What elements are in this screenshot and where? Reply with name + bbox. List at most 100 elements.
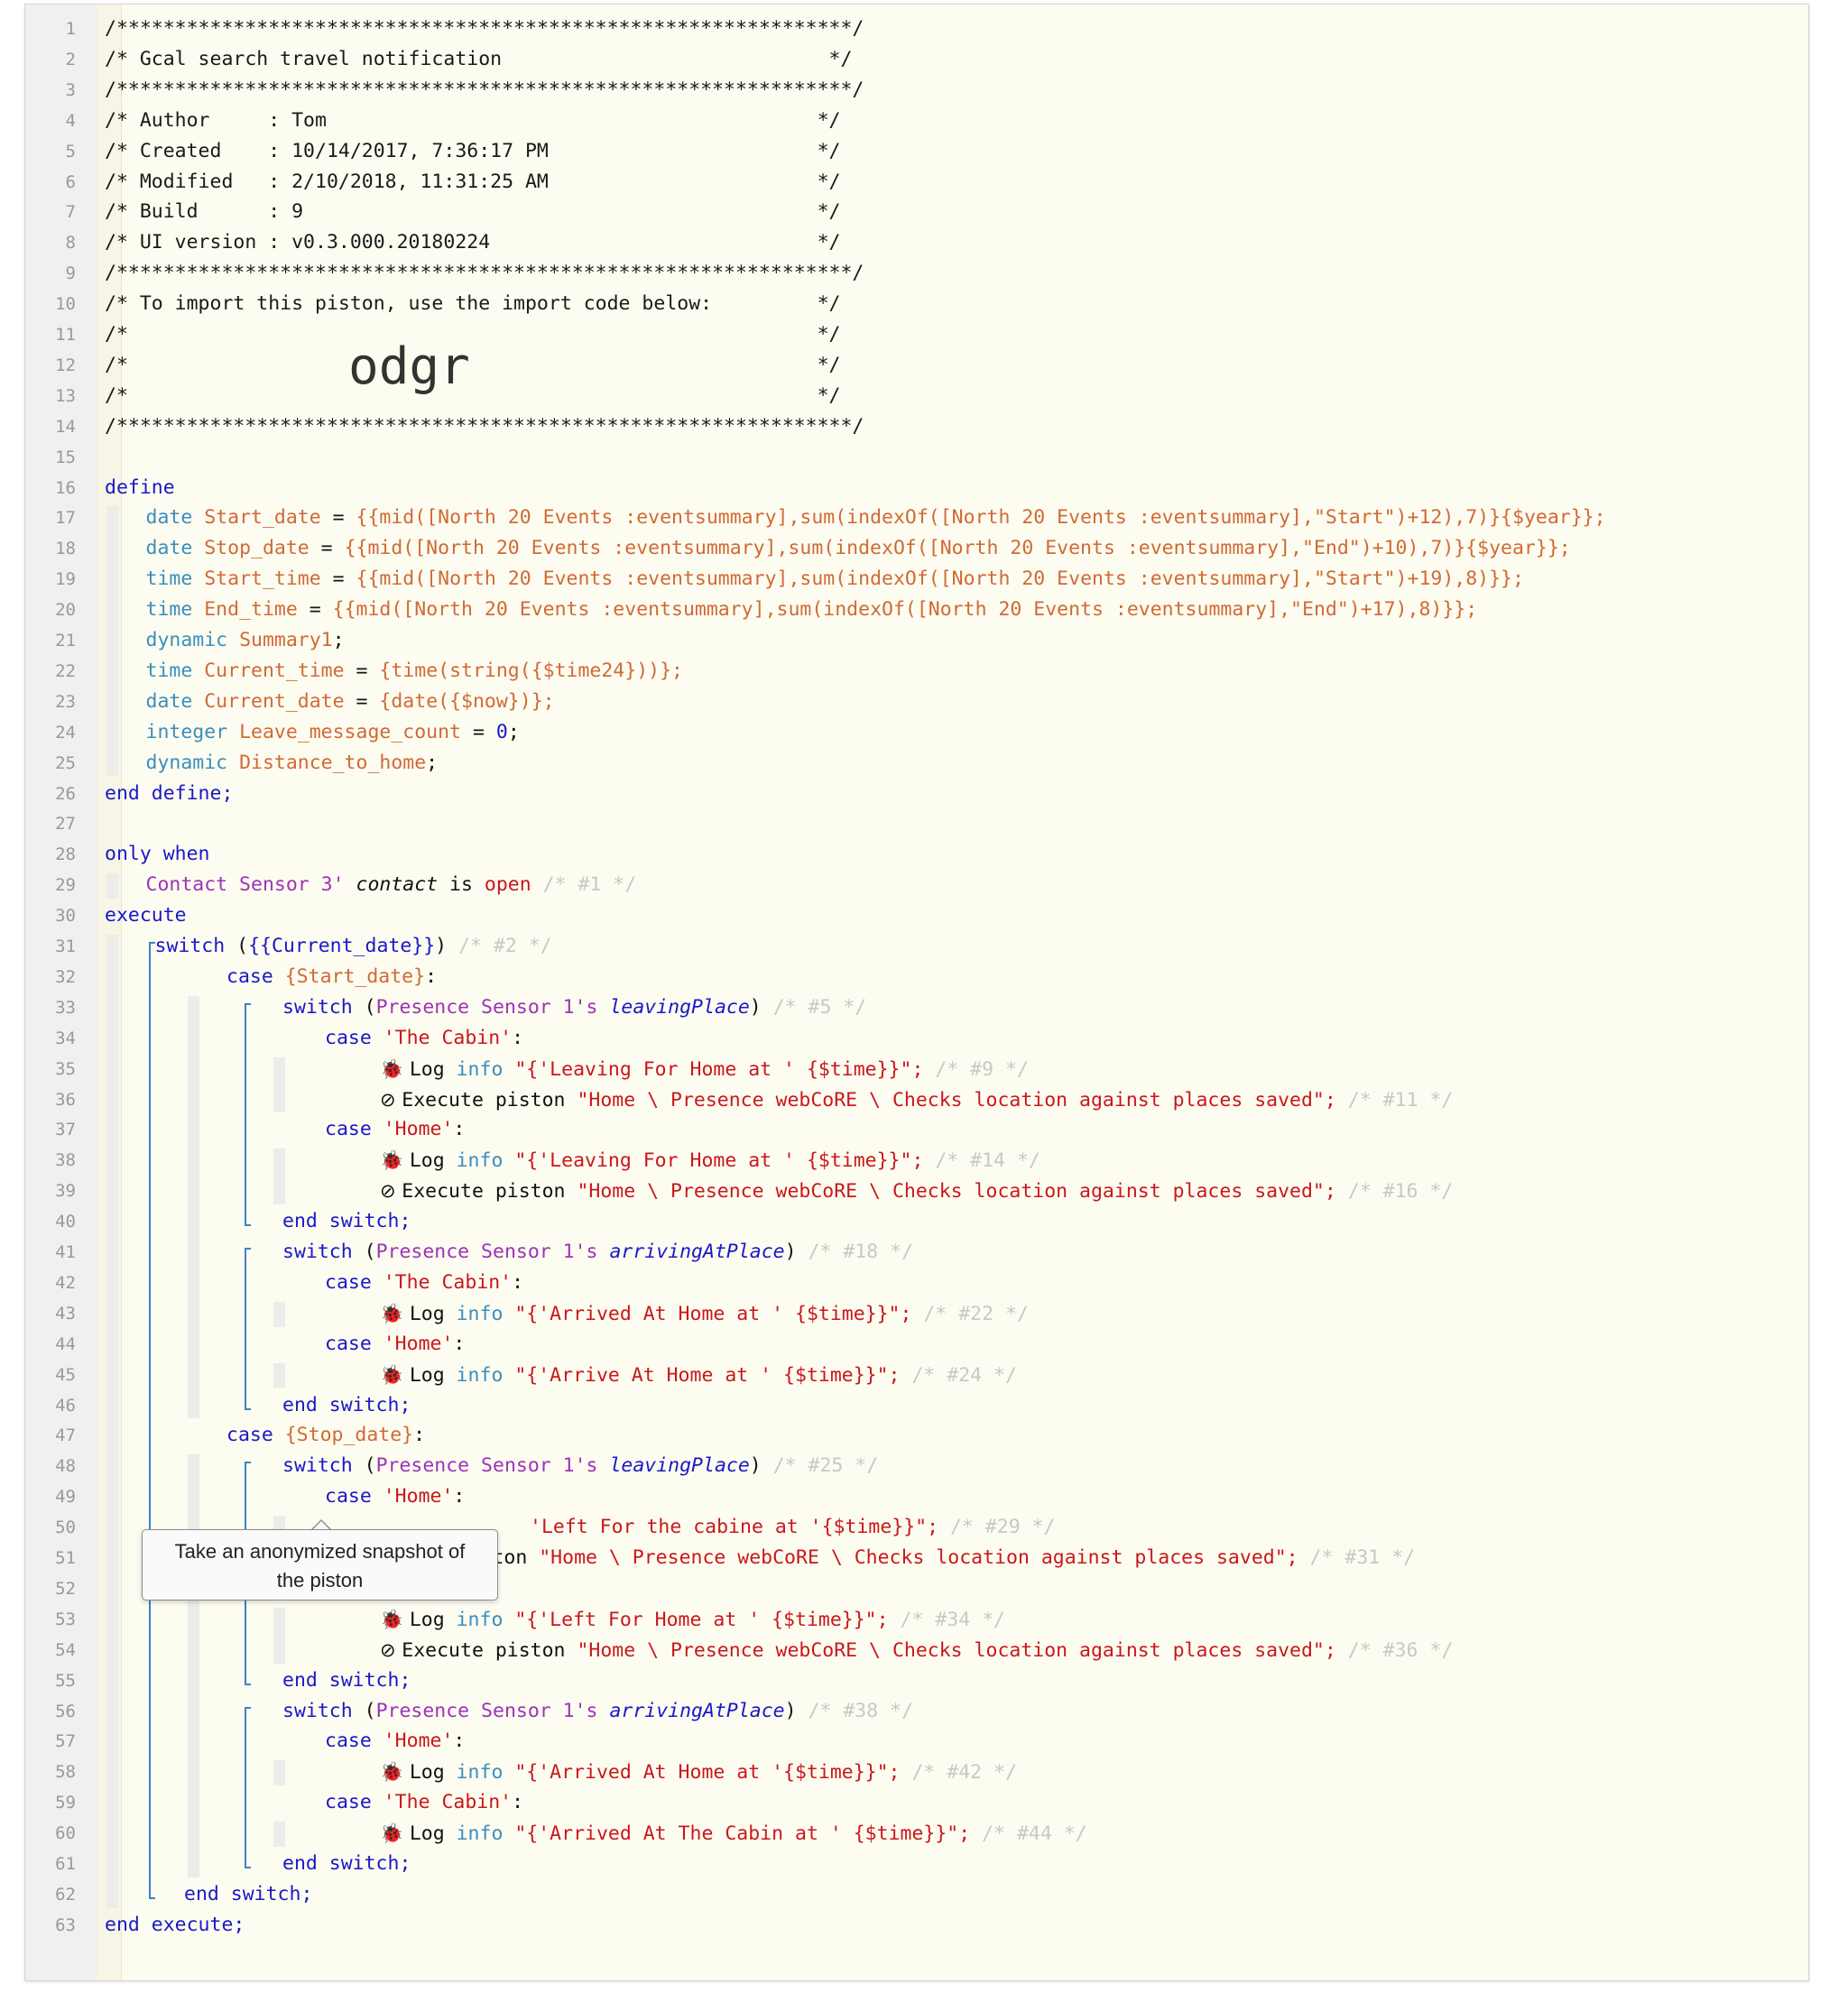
var-type: date — [145, 537, 205, 560]
piston-code-viewer: 1 2 3 4 5 6 7 8 9 10 11 12 13 14 15 16 17 18 19 20 21 22 23 24 2… — [24, 4, 1809, 1981]
case-keyword: case — [325, 1270, 383, 1294]
end-switch-keyword: end switch; — [282, 1852, 411, 1875]
var-name: Stop_date — [204, 537, 310, 560]
statement-id: /* #5 */ — [772, 995, 867, 1019]
piston-execute-icon: ⊘ — [380, 1088, 402, 1111]
main-switch-bracket-top — [149, 942, 155, 944]
case-value: 'The Cabin' — [383, 1026, 513, 1049]
var-value: {time(string({$time24}))}; — [379, 659, 683, 682]
piston-name: "Home \ Presence webCoRE \ Checks locati… — [539, 1546, 1298, 1569]
code-line-39: ⊘ Execute piston "Home \ Presence webCoR… — [380, 1176, 1453, 1207]
var-type: date — [145, 506, 205, 530]
operator: = — [320, 506, 356, 530]
define-keyword: define — [105, 475, 175, 499]
code-line-12: /* */ — [105, 350, 840, 381]
tooltip-line-2: the piston — [276, 1569, 364, 1591]
import-code: odgr — [348, 337, 470, 396]
define-indent-bar — [106, 506, 118, 777]
switch-bracket-top — [245, 1462, 251, 1464]
code-line-17: date Start_date = {{mid([North 20 Events… — [146, 503, 1606, 533]
switch-bracket-bottom — [245, 1224, 251, 1227]
code-line-31: switch ({{Current_date}}) /* #2 */ — [155, 931, 552, 962]
code-line-51: Execute piton "Home \ Presence webCoRE \… — [375, 1543, 1415, 1573]
code-line-25: dynamic Distance_to_home; — [146, 748, 439, 779]
code-line-33: switch (Presence Sensor 1's leavingPlace… — [282, 992, 866, 1023]
main-switch-bracket — [149, 942, 151, 1899]
code-line-1: /***************************************… — [105, 14, 864, 44]
case-body-bar — [273, 1301, 285, 1327]
case-value: 'Home' — [383, 1730, 454, 1753]
code-line-45: 🐞 Log info "{'Arrive At Home at ' {$time… — [380, 1360, 1017, 1391]
statement-id: /* #25 */ — [772, 1454, 879, 1478]
paren: ) — [784, 1699, 808, 1722]
switch-bracket-top — [245, 1706, 251, 1709]
attribute: arrivingAtPlace — [609, 1241, 785, 1263]
statement-id: /* #18 */ — [808, 1241, 914, 1263]
end-switch-keyword: end switch; — [282, 1210, 411, 1233]
colon: : — [453, 1118, 466, 1141]
paren: ) — [784, 1241, 808, 1263]
switch-bracket-bottom — [245, 1407, 251, 1410]
code-line-43: 🐞 Log info "{'Arrived At Home at ' {$tim… — [380, 1298, 1029, 1330]
log-level: info — [456, 1608, 515, 1631]
case-body-bar — [273, 1822, 285, 1847]
case-body-bar — [273, 1148, 285, 1205]
colon: : — [425, 964, 438, 988]
code-line-9: /***************************************… — [105, 258, 864, 289]
code-line-35: 🐞 Log info "{'Leaving For Home at ' {$ti… — [380, 1054, 1029, 1085]
log-message: "{'Leaving For Home at ' {$time}}"; — [514, 1057, 924, 1081]
header-comment: /* Gcal search travel notification */ — [105, 47, 853, 70]
code-line-14: /***************************************… — [105, 411, 864, 442]
code-line-47: case {Stop_date}: — [226, 1420, 425, 1451]
switch-bracket — [245, 1248, 246, 1410]
code-line-11: /* */ — [105, 319, 840, 350]
header-comment: /* */ — [105, 323, 841, 346]
header-comment: /* */ — [105, 383, 841, 407]
only-when-keyword: only when — [105, 843, 210, 866]
code-line-23: date Current_date = {date({$now})}; — [146, 687, 555, 717]
switch-bracket-top — [245, 1002, 251, 1005]
bug-icon: 🐞 — [380, 1302, 410, 1324]
execute-piston-keyword: Execute piston — [402, 1638, 578, 1662]
execute-piston-keyword: Execute piston — [402, 1180, 578, 1204]
var-type: date — [145, 689, 205, 713]
case-value: 'Home' — [383, 1118, 454, 1141]
var-type: dynamic — [145, 751, 240, 774]
var-value: 0 — [495, 720, 508, 743]
code-line-29: Contact Sensor 3' contact is open /* #1 … — [146, 870, 637, 900]
switch-expr: {{Current_date}} — [248, 935, 436, 957]
statement-id: /* #34 */ — [888, 1608, 1006, 1631]
code-line-49: case 'Home': — [325, 1481, 465, 1512]
main-switch-bracket-bottom — [149, 1896, 155, 1899]
code-line-5: /* Created : 10/14/2017, 7:36:17 PM */ — [105, 136, 840, 167]
attribute: arrivingAtPlace — [609, 1699, 785, 1722]
code-line-3: /***************************************… — [105, 75, 864, 106]
operator: = — [344, 689, 380, 713]
execute-piston-keyword: Execute piston — [402, 1088, 578, 1112]
log-message: "{'Arrived At Home at ' {$time}}"; — [514, 1302, 912, 1325]
case-keyword: case — [325, 1026, 383, 1049]
case-keyword: case — [325, 1791, 383, 1814]
statement-id: /* #14 */ — [923, 1149, 1040, 1173]
paren: ( — [236, 935, 249, 957]
log-keyword: Log — [409, 1608, 457, 1631]
var-type: integer — [145, 720, 240, 743]
log-level: info — [456, 1363, 515, 1387]
code-line-57: case 'Home': — [325, 1726, 465, 1757]
statement-id: /* #36 */ — [1335, 1638, 1454, 1662]
semicolon: ; — [426, 751, 439, 774]
var-value: {{mid([North 20 Events :eventsummary],su… — [356, 567, 1524, 591]
execute-indent-bar — [106, 935, 118, 1908]
switch-keyword: switch — [282, 1241, 365, 1263]
var-value: {{mid([North 20 Events :eventsummary],su… — [344, 537, 1571, 560]
log-message: 'Left For the cabine at '{$time}}"; — [530, 1516, 939, 1539]
code-line-60: 🐞 Log info "{'Arrived At The Cabin at ' … — [380, 1818, 1087, 1850]
code-line-58: 🐞 Log info "{'Arrived At Home at '{$time… — [380, 1757, 1017, 1788]
code-line-28: only when — [105, 839, 210, 870]
code-line-32: case {Start_date}: — [226, 962, 437, 992]
code-line-50: 'Left For the cabine at '{$time}}"; /* #… — [530, 1512, 1056, 1543]
code-line-44: case 'Home': — [325, 1329, 465, 1360]
var-type: time — [145, 598, 205, 622]
header-comment: /* UI version : v0.3.000.20180224 */ — [105, 231, 841, 254]
case-keyword: case — [325, 1485, 383, 1508]
